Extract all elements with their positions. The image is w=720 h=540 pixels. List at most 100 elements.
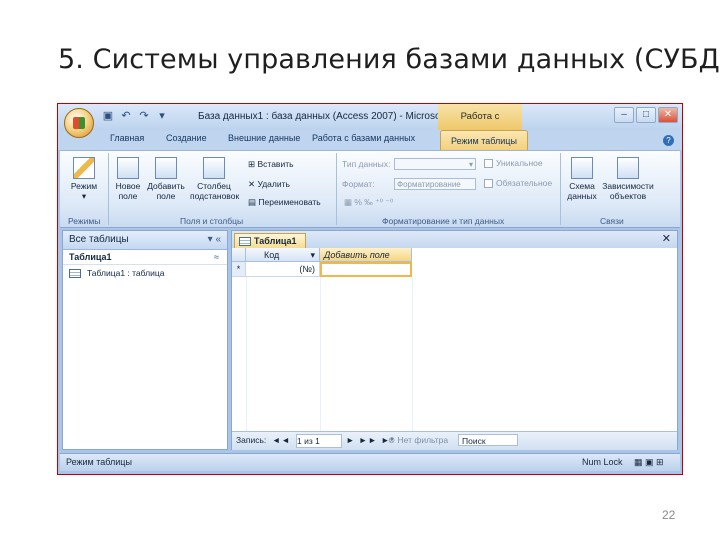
nav-group-table1[interactable]: Таблица1 ≈ xyxy=(63,250,227,265)
group-label-modes: Режимы xyxy=(68,216,101,226)
insert-column-button[interactable]: ⊞ Вставить xyxy=(248,159,294,170)
row-selector-header[interactable] xyxy=(232,248,246,262)
record-navigator: Запись: ◄◄ ◄ 1 из 1 ► ►► ►* ⊗ Нет фильтр… xyxy=(232,431,677,450)
quick-access-toolbar: ▣ ↶ ↷ ▾ xyxy=(102,110,168,122)
group-label-fields: Поля и столбцы xyxy=(180,216,244,226)
format-value: Форматирование xyxy=(397,180,461,189)
status-mode: Режим таблицы xyxy=(66,457,132,467)
add-field-header-label: Добавить поле xyxy=(324,250,390,260)
grid-line xyxy=(320,277,321,431)
tab-home[interactable]: Главная xyxy=(110,133,144,143)
filter-indicator[interactable]: ⊗ Нет фильтра xyxy=(388,432,448,449)
tab-datasheet[interactable]: Режим таблицы xyxy=(440,130,528,150)
format-select[interactable]: Форматирование xyxy=(394,178,476,190)
collapse-icon[interactable]: ≈ xyxy=(214,250,219,264)
column-header-add-field[interactable]: Добавить поле xyxy=(320,248,412,262)
page-number: 22 xyxy=(662,508,676,522)
search-placeholder: Поиск xyxy=(462,436,486,446)
close-document-icon[interactable]: ✕ xyxy=(662,232,671,245)
add-field-button[interactable]: Добавить поле xyxy=(146,157,186,201)
tab-create[interactable]: Создание xyxy=(166,133,207,143)
rename-icon: ▤ xyxy=(248,197,259,207)
office-logo-icon xyxy=(73,117,85,129)
record-label: Запись: xyxy=(236,435,267,445)
num-lock-indicator: Num Lock xyxy=(582,457,623,467)
nav-item-label: Таблица1 : таблица xyxy=(87,268,165,278)
nav-pane-title: Все таблицы xyxy=(69,234,129,245)
data-type-label: Тип данных: xyxy=(342,159,391,169)
slide-title: 5. Системы управления базами данных (СУБ… xyxy=(58,44,720,75)
number-format-icons[interactable]: ▦ % ‰ ⁺⁰ ⁻⁰ xyxy=(344,197,393,208)
office-button[interactable] xyxy=(64,108,94,138)
sort-dropdown-icon[interactable]: ▾ xyxy=(310,248,315,262)
search-input[interactable]: Поиск xyxy=(458,434,518,446)
dependencies-label: Зависимости объектов xyxy=(602,181,654,201)
maximize-button[interactable]: □ xyxy=(636,107,656,123)
contextual-tab-header: Работа с таблицами xyxy=(438,104,522,148)
navigation-pane: Все таблицы ▾ « Таблица1 ≈ Таблица1 : та… xyxy=(62,230,228,450)
add-field-icon xyxy=(155,157,177,179)
tab-database-tools[interactable]: Работа с базами данных xyxy=(312,133,415,143)
doc-tab-label: Таблица1 xyxy=(254,236,297,246)
delete-column-button[interactable]: ✕ Удалить xyxy=(248,179,290,190)
column-header-id[interactable]: Код ▾ xyxy=(246,248,320,262)
ribbon-tabs: Главная Создание Внешние данные Работа с… xyxy=(58,130,682,150)
table-icon xyxy=(69,269,81,279)
column-header-label: Код xyxy=(264,250,280,260)
delete-label: Удалить xyxy=(257,179,290,189)
format-label: Формат: xyxy=(342,179,375,189)
datasheet-grid: Код ▾ Добавить поле * (№) xyxy=(232,248,677,431)
lookup-column-icon xyxy=(203,157,225,179)
window-title: База данных1 : база данных (Access 2007)… xyxy=(198,111,452,122)
dependencies-icon xyxy=(617,157,639,179)
access-window-screenshot: ▣ ↶ ↷ ▾ База данных1 : база данных (Acce… xyxy=(57,103,683,475)
record-position-field[interactable]: 1 из 1 xyxy=(296,434,342,448)
redo-icon[interactable]: ↷ xyxy=(138,110,150,122)
window-titlebar: ▣ ↶ ↷ ▾ База данных1 : база данных (Acce… xyxy=(58,104,682,148)
grid-line xyxy=(246,277,247,431)
save-icon[interactable]: ▣ xyxy=(102,110,114,122)
filter-label: Нет фильтра xyxy=(397,435,449,445)
cell-add-field-new[interactable] xyxy=(320,262,412,277)
lookup-column-label: Столбец подстановок xyxy=(190,181,240,201)
doc-tab-table1[interactable]: Таблица1 xyxy=(234,233,306,248)
close-button[interactable]: ✕ xyxy=(658,107,678,123)
ribbon: Режим ▾ Режимы Новое поле Добавить поле С… xyxy=(60,150,680,228)
minimize-button[interactable]: – xyxy=(614,107,634,123)
autonumber-placeholder: (№) xyxy=(299,264,315,274)
chevron-down-icon: ▾ xyxy=(468,160,473,169)
help-icon[interactable]: ? xyxy=(663,135,674,146)
relationships-icon xyxy=(571,157,593,179)
schema-button[interactable]: Схема данных xyxy=(566,157,598,201)
grid-line xyxy=(412,277,413,431)
undo-icon[interactable]: ↶ xyxy=(120,110,132,122)
tab-external-data[interactable]: Внешние данные xyxy=(228,133,300,143)
view-mode-label: Режим xyxy=(70,181,98,191)
required-checkbox[interactable] xyxy=(484,179,493,188)
lookup-column-button[interactable]: Столбец подстановок xyxy=(190,157,240,201)
nav-pane-header[interactable]: Все таблицы ▾ « xyxy=(63,231,227,250)
data-type-select[interactable]: ▾ xyxy=(394,158,476,170)
group-separator xyxy=(336,153,337,225)
group-separator xyxy=(560,153,561,225)
cell-id-new[interactable]: (№) xyxy=(246,262,320,277)
new-row-marker[interactable]: * xyxy=(232,262,246,277)
customize-qat-icon[interactable]: ▾ xyxy=(156,110,168,122)
group-label-format: Форматирование и тип данных xyxy=(382,216,505,226)
nav-group-label: Таблица1 xyxy=(69,252,112,262)
view-mode-button[interactable]: Режим ▾ xyxy=(64,157,104,201)
nav-item-table1[interactable]: Таблица1 : таблица xyxy=(63,265,227,281)
status-bar: Режим таблицы Num Lock ▦ ▣ ⊞ xyxy=(60,453,680,471)
nav-pane-controls[interactable]: ▾ « xyxy=(208,231,221,249)
document-area: Таблица1 ✕ Код ▾ Добавить поле * (№) Запи… xyxy=(231,230,678,450)
new-field-button[interactable]: Новое поле xyxy=(112,157,144,201)
unique-checkbox[interactable] xyxy=(484,159,493,168)
view-switch-icons[interactable]: ▦ ▣ ⊞ xyxy=(634,454,664,471)
required-label: Обязательное xyxy=(496,178,553,188)
object-dependencies-button[interactable]: Зависимости объектов xyxy=(602,157,654,201)
rename-label: Переименовать xyxy=(258,197,321,207)
insert-label: Вставить xyxy=(257,159,294,169)
rename-column-button[interactable]: ▤ Переименовать xyxy=(248,197,321,208)
dropdown-arrow-icon: ▾ xyxy=(81,191,87,201)
group-separator xyxy=(108,153,109,225)
